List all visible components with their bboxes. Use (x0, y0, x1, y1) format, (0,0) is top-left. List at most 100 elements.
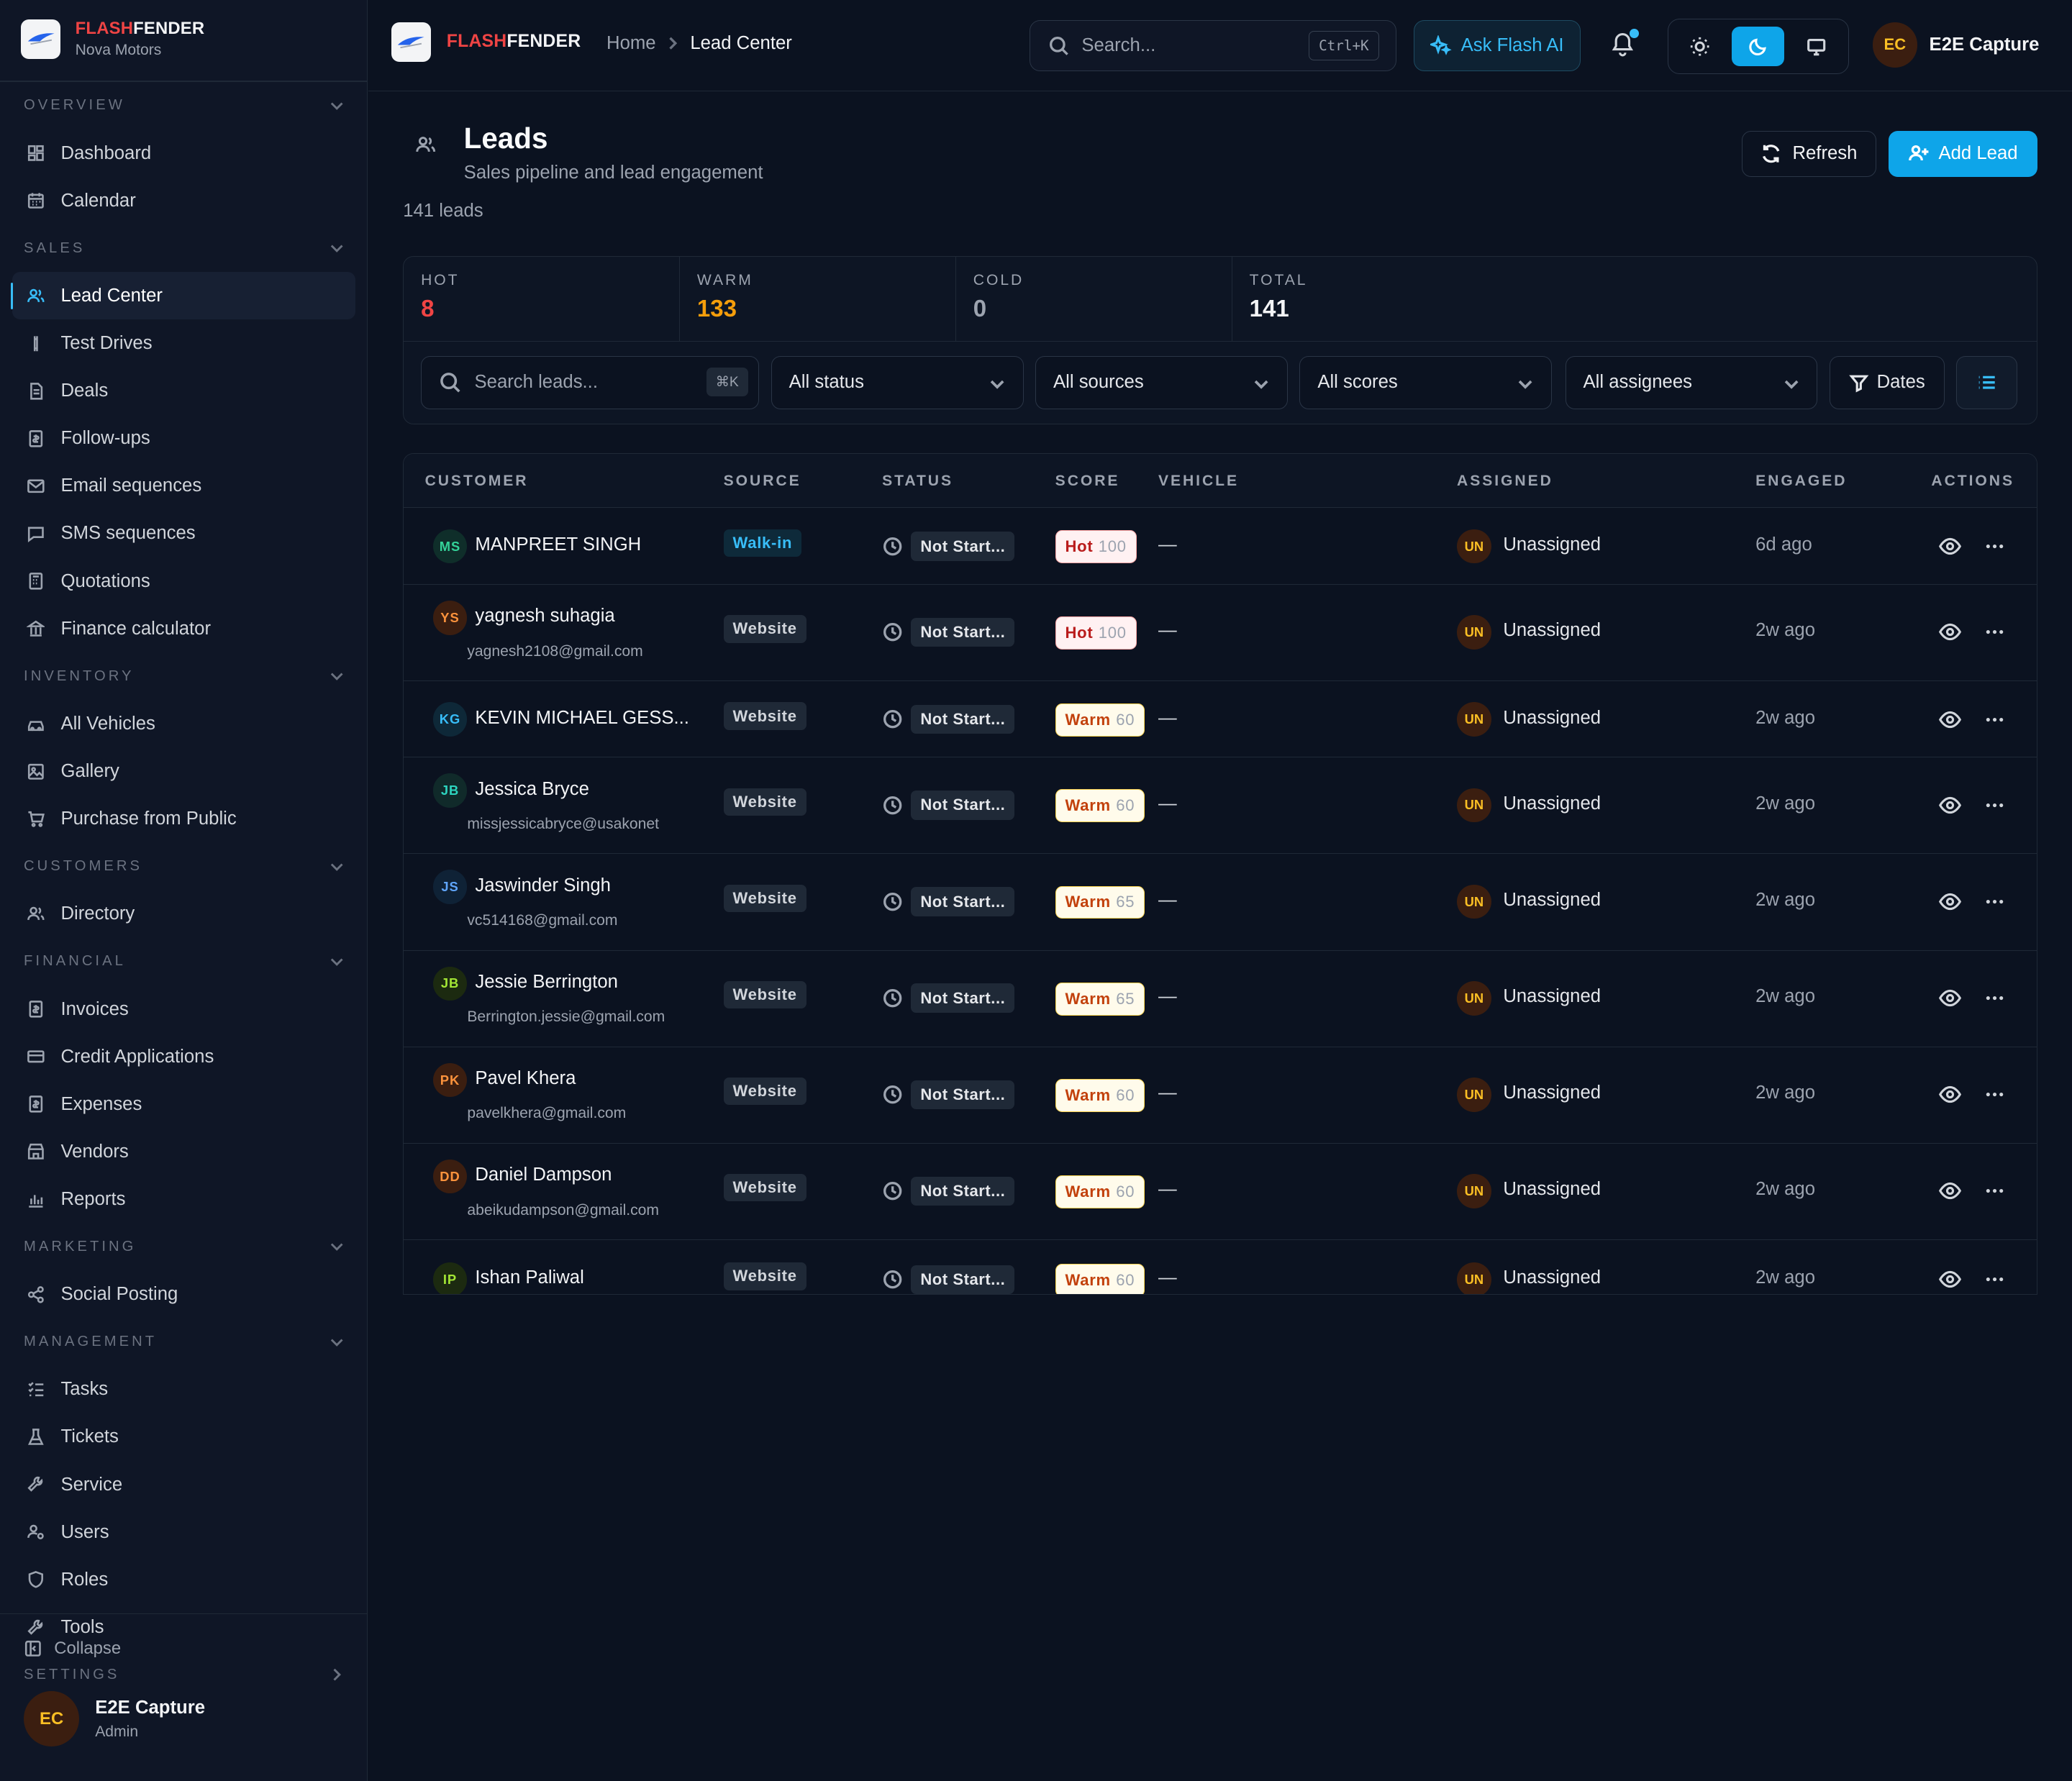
sidebar-section-overview[interactable]: OVERVIEW (0, 82, 368, 129)
sidebar-item-directory[interactable]: Directory (0, 890, 368, 938)
list-icon (1978, 375, 1995, 389)
status-badge: Not Start... (911, 1176, 1015, 1206)
sidebar-item-tasks[interactable]: Tasks (0, 1366, 368, 1413)
sidebar-section-marketing[interactable]: MARKETING (0, 1224, 368, 1271)
table-row[interactable]: JB Jessica Bryce missjessicabryce@usakonet… (404, 757, 2037, 855)
sidebar-user[interactable]: EC E2E Capture Admin (24, 1690, 205, 1747)
ask-flash-ai-button[interactable]: Ask Flash AI (1414, 19, 1581, 72)
customer-name[interactable]: Jaswinder Singh (475, 875, 611, 896)
table-row[interactable]: JS Jaswinder Singh vc514168@gmail.com Websi… (404, 854, 2037, 951)
sidebar-section-sales[interactable]: SALES (0, 224, 368, 272)
customer-name[interactable]: Daniel Dampson (475, 1165, 612, 1185)
sidebar-item-social-posting[interactable]: Social Posting (0, 1271, 368, 1318)
sidebar-item-test-drives[interactable]: Test Drives (0, 319, 368, 367)
source-filter-select[interactable]: All sources (1035, 356, 1288, 409)
list-view-button[interactable] (1956, 356, 2017, 409)
add-lead-button[interactable]: Add Lead (1888, 130, 2038, 178)
table-row[interactable]: IP Ishan Paliwal Website Not Start... Warm 60… (404, 1240, 2037, 1294)
sidebar-item-deals[interactable]: Deals (0, 368, 368, 415)
sidebar-item-gallery[interactable]: Gallery (0, 747, 368, 795)
sidebar-item-calendar[interactable]: Calendar (0, 177, 368, 224)
assignee-filter-select[interactable]: All assignees (1565, 356, 1818, 409)
sidebar-item-finance-calculator[interactable]: Finance calculator (0, 605, 368, 652)
more-actions-button[interactable] (1983, 793, 2007, 817)
flashfender-logo-icon[interactable] (391, 22, 431, 63)
breadcrumb-home[interactable]: Home (606, 33, 656, 54)
source-badge: Website (723, 788, 806, 816)
more-actions-button[interactable] (1983, 1179, 2007, 1203)
light-theme-button[interactable] (1673, 27, 1726, 66)
brand[interactable]: FLASHFENDER Nova Motors (21, 17, 204, 61)
sidebar-item-sms-sequences[interactable]: SMS sequences (0, 510, 368, 557)
sidebar-item-dashboard[interactable]: Dashboard (0, 129, 368, 177)
sidebar-item-quotations[interactable]: Quotations (0, 557, 368, 605)
view-lead-button[interactable] (1938, 620, 1962, 644)
sidebar-item-credit-applications[interactable]: Credit Applications (0, 1033, 368, 1080)
more-actions-button[interactable] (1983, 1267, 2007, 1291)
customer-name[interactable]: MANPREET SINGH (475, 534, 641, 555)
view-lead-button[interactable] (1938, 1083, 1962, 1106)
sidebar-item-expenses[interactable]: Expenses (0, 1080, 368, 1128)
sidebar-section-management[interactable]: MANAGEMENT (0, 1318, 368, 1366)
status-filter-select[interactable]: All status (771, 356, 1024, 409)
view-lead-button[interactable] (1938, 1179, 1962, 1203)
customer-name[interactable]: yagnesh suhagia (475, 606, 614, 627)
sidebar-section-title: INVENTORY (24, 668, 135, 684)
sidebar-item-reports[interactable]: Reports (0, 1175, 368, 1223)
more-actions-button[interactable] (1983, 534, 2007, 558)
view-lead-button[interactable] (1938, 890, 1962, 914)
table-row[interactable]: JB Jessie Berrington Berrington.jessie@gma… (404, 951, 2037, 1047)
sidebar-item-lead-center[interactable]: Lead Center (10, 272, 356, 320)
customer-name[interactable]: Pavel Khera (475, 1068, 576, 1089)
table-row[interactable]: KG KEVIN MICHAEL GESS... Website Not Start.… (404, 681, 2037, 758)
score-badge: Hot 100 (1055, 616, 1137, 650)
system-theme-button[interactable] (1790, 27, 1842, 66)
more-actions-button[interactable] (1983, 986, 2007, 1010)
sidebar-item-tickets[interactable]: Tickets (0, 1413, 368, 1461)
sidebar-item-label: Reports (60, 1188, 126, 1209)
more-actions-button[interactable] (1983, 890, 2007, 914)
view-lead-button[interactable] (1938, 1267, 1962, 1291)
global-search-input[interactable]: Search... Ctrl+K (1029, 19, 1397, 72)
more-actions-button[interactable] (1983, 620, 2007, 644)
notifications-button[interactable] (1609, 29, 1639, 59)
view-lead-button[interactable] (1938, 793, 1962, 817)
customer-name[interactable]: Jessica Bryce (475, 779, 589, 800)
customer-avatar: PK (432, 1062, 468, 1098)
dates-filter-button[interactable]: Dates (1829, 356, 1945, 409)
sidebar-item-service[interactable]: Service (0, 1461, 368, 1508)
table-row[interactable]: PK Pavel Khera pavelkhera@gmail.com Website… (404, 1047, 2037, 1144)
view-lead-button[interactable] (1938, 708, 1962, 732)
source-badge: Website (723, 1173, 806, 1202)
table-row[interactable]: MS MANPREET SINGH Walk-in Not Start... Hot 10… (404, 508, 2037, 585)
sidebar-item-email-sequences[interactable]: Email sequences (0, 463, 368, 510)
sidebar-item-follow-ups[interactable]: Follow-ups (0, 415, 368, 463)
score-filter-select[interactable]: All scores (1299, 356, 1553, 409)
sidebar-item-all-vehicles[interactable]: All Vehicles (0, 700, 368, 747)
sidebar-section-inventory[interactable]: INVENTORY (0, 652, 368, 700)
collapse-button[interactable]: Collapse (24, 1639, 121, 1659)
sidebar-item-invoices[interactable]: Invoices (0, 985, 368, 1033)
customer-name[interactable]: KEVIN MICHAEL GESS... (475, 708, 689, 729)
view-lead-button[interactable] (1938, 534, 1962, 558)
refresh-button[interactable]: Refresh (1741, 130, 1877, 178)
sidebar-section-customers[interactable]: CUSTOMERS (0, 843, 368, 890)
dark-theme-button[interactable] (1732, 26, 1785, 66)
sidebar-section-financial[interactable]: FINANCIAL (0, 938, 368, 985)
topbar-user-menu[interactable]: EC E2E Capture (1872, 22, 2039, 68)
more-actions-button[interactable] (1983, 708, 2007, 732)
sidebar-item-users[interactable]: Users (0, 1508, 368, 1556)
more-actions-button[interactable] (1983, 1083, 2007, 1106)
view-lead-button[interactable] (1938, 986, 1962, 1010)
table-row[interactable]: DD Daniel Dampson abeikudampson@gmail.com W… (404, 1144, 2037, 1240)
customer-name[interactable]: Ishan Paliwal (475, 1267, 583, 1288)
lead-search-input[interactable]: Search leads... ⌘K (421, 356, 760, 409)
sidebar-item-roles[interactable]: Roles (0, 1556, 368, 1603)
status-clock (882, 621, 903, 642)
sidebar-item-purchase-from-public[interactable]: Purchase from Public (0, 796, 368, 843)
sparkle-icon (1430, 35, 1452, 55)
sidebar-item-vendors[interactable]: Vendors (0, 1128, 368, 1175)
customer-name[interactable]: Jessie Berrington (475, 972, 618, 993)
clock-icon (883, 623, 902, 642)
table-row[interactable]: YS yagnesh suhagia yagnesh2108@gmail.com We… (404, 585, 2037, 681)
